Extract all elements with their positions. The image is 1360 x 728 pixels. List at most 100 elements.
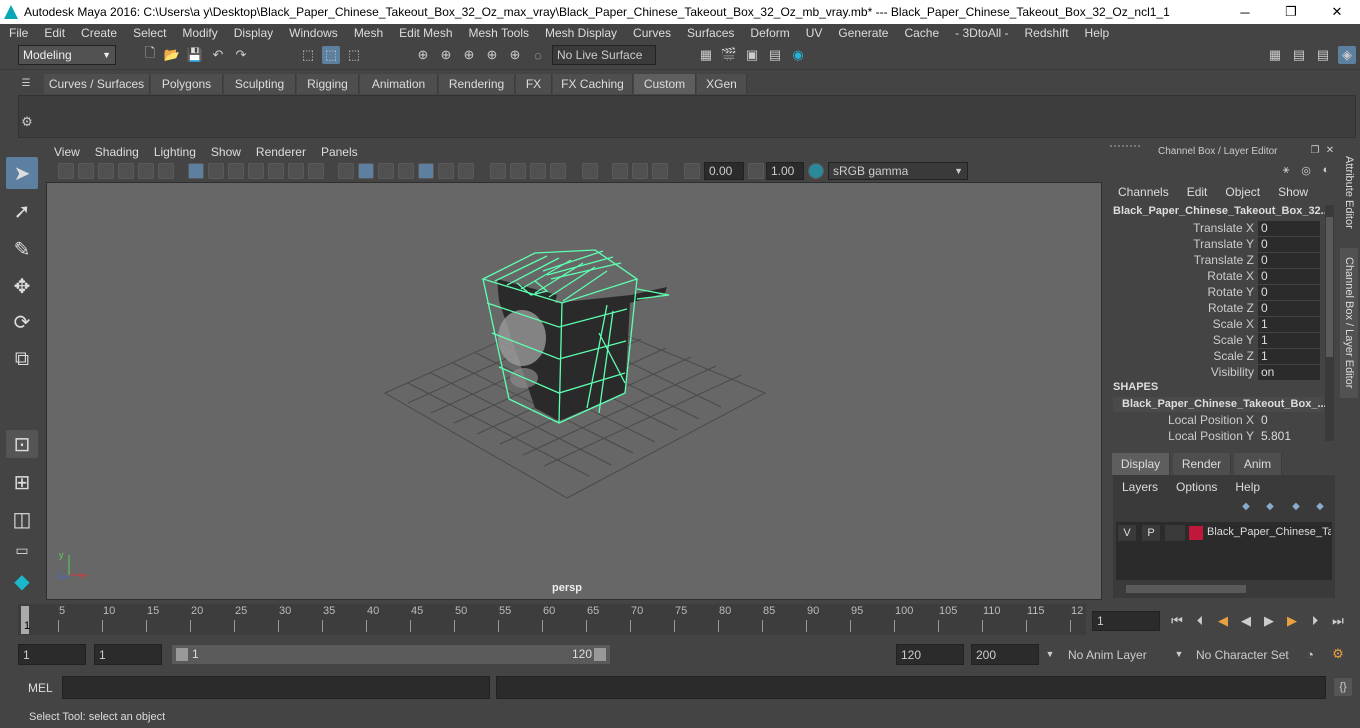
menu-help[interactable]: Help — [1076, 26, 1117, 40]
render-settings-icon[interactable]: ▦ — [697, 46, 715, 64]
use-lights-icon[interactable] — [438, 163, 454, 179]
range-slider[interactable]: 1 120 — [172, 645, 610, 664]
two-pane-layout-icon[interactable]: ◫ — [6, 503, 38, 535]
playback-start-field[interactable]: 1 — [94, 644, 162, 665]
layer-menu-layers[interactable]: Layers — [1122, 480, 1158, 494]
character-set-select[interactable]: No Character Set — [1192, 644, 1296, 665]
tab-polygons[interactable]: Polygons — [151, 74, 223, 94]
menu-cache[interactable]: Cache — [895, 26, 946, 40]
close-panel-icon[interactable]: ✕ — [1323, 143, 1337, 157]
attr-value[interactable]: 0 — [1258, 252, 1320, 268]
isolate-select-icon[interactable] — [582, 163, 598, 179]
go-to-start-icon[interactable]: ⏮ — [1168, 612, 1186, 630]
float-panel-icon[interactable]: ❐ — [1308, 143, 1322, 157]
image-plane-icon[interactable] — [118, 163, 134, 179]
attr-value[interactable]: 0 — [1258, 300, 1320, 316]
tab-rigging[interactable]: Rigging — [297, 74, 359, 94]
panel-grip[interactable] — [1110, 145, 1140, 155]
gamma-icon[interactable] — [748, 163, 764, 179]
command-input[interactable] — [62, 676, 490, 699]
channel-box-scrollbar[interactable] — [1325, 205, 1334, 441]
vp-menu-show[interactable]: Show — [203, 145, 248, 159]
vp-menu-panels[interactable]: Panels — [313, 145, 365, 159]
animation-preferences-icon[interactable]: ⚙ — [1329, 645, 1347, 663]
scale-tool-icon[interactable]: ⧉ — [6, 343, 38, 375]
menu-redshift[interactable]: Redshift — [1016, 26, 1076, 40]
layer-type-toggle[interactable] — [1165, 525, 1185, 541]
grid-icon[interactable] — [188, 163, 204, 179]
safe-title-icon[interactable] — [308, 163, 324, 179]
step-forward-key-icon[interactable]: ⏵ — [1306, 612, 1324, 630]
vp-menu-shading[interactable]: Shading — [87, 145, 146, 159]
color-management-icon[interactable] — [808, 163, 824, 179]
open-scene-icon[interactable]: 📂 — [163, 46, 181, 64]
save-scene-icon[interactable]: 💾 — [186, 46, 204, 64]
move-layer-up-icon[interactable]: ◆ — [1288, 498, 1304, 514]
layer-visibility-toggle[interactable]: V — [1118, 525, 1136, 541]
attr-value[interactable]: 0 — [1258, 236, 1320, 252]
vp-menu-view[interactable]: View — [46, 145, 87, 159]
cb-menu-object[interactable]: Object — [1225, 185, 1260, 199]
menu-generate[interactable]: Generate — [829, 26, 895, 40]
menu-surfaces[interactable]: Surfaces — [678, 26, 741, 40]
axis-icon[interactable]: ⚹ — [1278, 162, 1294, 178]
menu-display[interactable]: Display — [225, 26, 280, 40]
layer-menu-options[interactable]: Options — [1176, 480, 1217, 494]
chevron-down-icon[interactable]: ▼ — [1172, 645, 1186, 663]
attr-value[interactable]: 0 — [1258, 284, 1320, 300]
select-object-icon[interactable]: ⬚ — [322, 46, 340, 64]
live-surface-field[interactable]: No Live Surface — [552, 45, 656, 65]
snap-surface-icon[interactable]: ⊕ — [506, 46, 524, 64]
wireframe-on-shaded-icon[interactable] — [398, 163, 414, 179]
attr-value[interactable]: 5.801 — [1258, 428, 1320, 444]
snap-view-icon[interactable]: ⊕ — [483, 46, 501, 64]
menu-windows[interactable]: Windows — [280, 26, 345, 40]
move-layer-down-icon[interactable]: ◆ — [1312, 498, 1328, 514]
mel-label[interactable]: MEL — [28, 681, 53, 695]
camera-icon[interactable] — [58, 163, 74, 179]
resolution-gate-icon[interactable] — [228, 163, 244, 179]
attr-value[interactable]: 1 — [1258, 348, 1320, 364]
speed-icon[interactable]: ◐ — [1318, 162, 1334, 178]
play-forward-icon[interactable]: ▶ — [1260, 612, 1278, 630]
menu-file[interactable]: File — [0, 26, 35, 40]
camera-attr-icon[interactable] — [78, 163, 94, 179]
menu-modify[interactable]: Modify — [173, 26, 224, 40]
snap-grid-icon[interactable]: ⊕ — [414, 46, 432, 64]
new-layer-icon[interactable]: ◆ — [1238, 498, 1254, 514]
tab-curves-surfaces[interactable]: Curves / Surfaces — [44, 74, 150, 94]
script-editor-icon[interactable]: {} — [1334, 678, 1352, 696]
smooth-shade-icon[interactable] — [358, 163, 374, 179]
shadows-icon[interactable] — [458, 163, 474, 179]
menu-create[interactable]: Create — [72, 26, 124, 40]
scrollbar-thumb[interactable] — [1326, 217, 1333, 357]
ipr-render-icon[interactable]: ▣ — [743, 46, 761, 64]
select-hierarchy-icon[interactable]: ⬚ — [299, 46, 317, 64]
anti-aliasing-icon[interactable] — [530, 163, 546, 179]
tab-animation[interactable]: Animation — [360, 74, 438, 94]
tab-rendering[interactable]: Rendering — [439, 74, 515, 94]
textured-icon[interactable] — [418, 163, 434, 179]
menu-deform[interactable]: Deform — [741, 26, 796, 40]
attr-translate-y[interactable]: Translate Y 0 — [1110, 236, 1325, 252]
shelf-settings-gear-icon[interactable]: ⚙ — [19, 114, 35, 130]
motion-blur-icon[interactable] — [510, 163, 526, 179]
ambient-occlusion-icon[interactable] — [490, 163, 506, 179]
menu-mesh-tools[interactable]: Mesh Tools — [460, 26, 536, 40]
attr-visibility[interactable]: Visibility on — [1110, 364, 1325, 380]
render-view-icon[interactable]: ▤ — [766, 46, 784, 64]
history-icon[interactable]: ◌ — [529, 46, 547, 64]
shelf-menu-icon[interactable]: ☰ — [19, 76, 33, 90]
color-space-select[interactable]: sRGB gamma ▼ — [828, 162, 968, 180]
cb-menu-channels[interactable]: Channels — [1118, 185, 1169, 199]
minimize-button[interactable]: ─ — [1222, 0, 1268, 24]
tab-custom[interactable]: Custom — [634, 74, 696, 94]
go-to-end-icon[interactable]: ⏭ — [1329, 612, 1347, 630]
tab-attribute-editor[interactable]: Attribute Editor — [1340, 148, 1358, 236]
select-tool-icon[interactable]: ➤ — [6, 157, 38, 189]
tab-fx-caching[interactable]: FX Caching — [553, 74, 633, 94]
animation-end-field[interactable]: 200 — [971, 644, 1039, 665]
vp-menu-renderer[interactable]: Renderer — [248, 145, 313, 159]
xray-joints-icon[interactable] — [632, 163, 648, 179]
attr-local-position-y[interactable]: Local Position Y 5.801 — [1110, 428, 1325, 444]
